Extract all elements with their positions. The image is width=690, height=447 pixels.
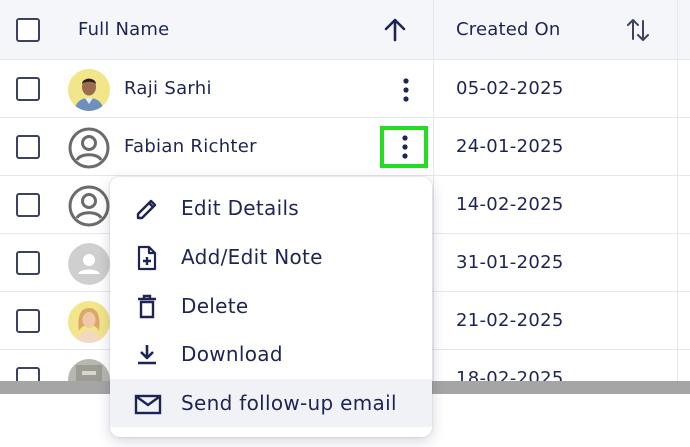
row-actions-button[interactable] xyxy=(384,72,428,108)
row-created-on: 05-02-2025 xyxy=(456,78,564,99)
row-actions-button[interactable] xyxy=(380,126,428,168)
trash-icon xyxy=(134,294,160,320)
pencil-icon xyxy=(134,196,160,222)
row-created-on: 21-02-2025 xyxy=(456,310,564,331)
row-checkbox[interactable] xyxy=(16,77,40,101)
menu-item-label: Edit Details xyxy=(181,196,300,220)
row-created-on: 14-02-2025 xyxy=(456,194,564,215)
menu-item-edit-details[interactable]: Edit Details xyxy=(110,184,432,232)
row-full-name: Raji Sarhi xyxy=(124,78,212,99)
menu-item-label: Send follow-up email xyxy=(181,391,397,415)
menu-item-label: Delete xyxy=(181,294,249,318)
menu-item-label: Download xyxy=(181,342,283,366)
avatar xyxy=(68,301,110,343)
row-created-on: 24-01-2025 xyxy=(456,136,564,157)
user-outline-icon xyxy=(68,127,110,169)
mail-icon xyxy=(134,391,162,417)
user-filled-icon xyxy=(68,243,110,285)
table-row[interactable]: Raji Sarhi 05-02-2025 xyxy=(0,60,690,118)
menu-item-add-edit-note[interactable]: Add/Edit Note xyxy=(110,233,432,281)
menu-item-send-follow-up-email[interactable]: Send follow-up email xyxy=(110,379,432,427)
row-checkbox[interactable] xyxy=(16,251,40,275)
more-vertical-icon xyxy=(403,78,409,102)
user-outline-icon xyxy=(68,185,110,227)
menu-item-label: Add/Edit Note xyxy=(181,245,323,269)
download-icon xyxy=(134,342,160,368)
column-header-created-on[interactable]: Created On xyxy=(456,19,561,40)
row-created-on: 18-02-2025 xyxy=(456,368,564,381)
avatar xyxy=(68,69,110,111)
row-checkbox[interactable] xyxy=(16,135,40,159)
row-checkbox[interactable] xyxy=(16,309,40,333)
row-checkbox[interactable] xyxy=(16,367,40,381)
menu-item-delete[interactable]: Delete xyxy=(110,282,432,330)
sort-toggle-icon[interactable] xyxy=(626,16,650,48)
sort-ascending-icon[interactable] xyxy=(382,17,408,47)
row-created-on: 31-01-2025 xyxy=(456,252,564,273)
column-divider xyxy=(433,0,434,390)
table-row[interactable]: Fabian Richter 24-01-2025 xyxy=(0,118,690,176)
column-divider xyxy=(677,0,678,390)
row-checkbox[interactable] xyxy=(16,193,40,217)
row-full-name: Fabian Richter xyxy=(124,136,257,157)
menu-item-download[interactable]: Download xyxy=(110,330,432,378)
row-actions-menu: Edit Details Add/Edit Note Delete Downlo… xyxy=(110,177,432,437)
avatar xyxy=(68,359,110,381)
note-add-icon xyxy=(134,245,160,271)
more-vertical-icon xyxy=(402,135,408,159)
select-all-checkbox[interactable] xyxy=(16,18,40,42)
column-header-full-name[interactable]: Full Name xyxy=(78,19,169,40)
table-header: Full Name Created On xyxy=(0,0,690,60)
